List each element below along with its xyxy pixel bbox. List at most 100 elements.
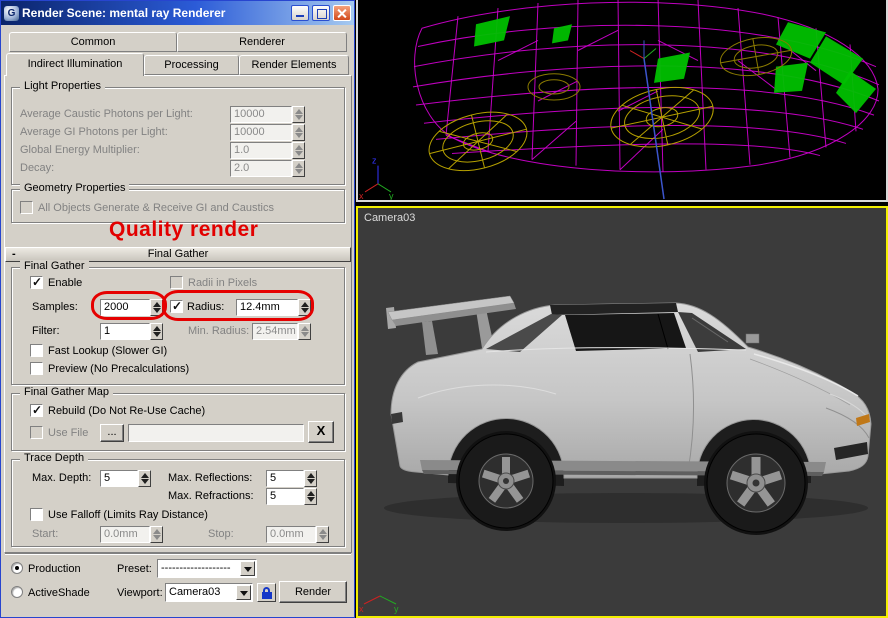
start-field[interactable]: 0.0mm — [100, 526, 150, 543]
stop-label: Stop: — [208, 528, 234, 540]
max-refractions-label: Max. Refractions: — [168, 490, 254, 502]
tab-processing[interactable]: Processing — [144, 55, 239, 75]
lock-icon[interactable] — [257, 583, 276, 602]
fast-lookup-checkbox[interactable] — [30, 344, 43, 357]
radius-checkbox[interactable] — [170, 299, 183, 313]
front-wheel — [704, 431, 808, 535]
tab-render-elements[interactable]: Render Elements — [239, 55, 349, 75]
filter-label: Filter: — [32, 325, 60, 337]
preview-label: Preview (No Precalculations) — [48, 363, 190, 375]
radii-in-pixels-checkbox[interactable] — [170, 276, 183, 289]
tab-common[interactable]: Common — [9, 32, 177, 52]
cam-axis-x-label: x — [359, 604, 364, 614]
viewport-value: Camera03 — [169, 586, 221, 598]
final-gather-map-legend: Final Gather Map — [20, 386, 113, 398]
max-depth-spinner[interactable] — [138, 470, 151, 487]
camera-viewport-label: Camera03 — [364, 212, 416, 224]
use-falloff-checkbox[interactable] — [30, 508, 43, 521]
radius-label: Radius: — [187, 301, 225, 313]
activeshade-label: ActiveShade — [28, 587, 90, 599]
world-axis-tripod: z x y — [359, 156, 394, 200]
max-reflections-label: Max. Reflections: — [168, 472, 253, 484]
max-depth-field[interactable]: 5 — [100, 470, 138, 487]
render-scene-dialog: G Render Scene: mental ray Renderer Comm… — [0, 0, 355, 618]
minimize-icon[interactable] — [291, 5, 309, 21]
max-refractions-spinner[interactable] — [304, 488, 317, 505]
camera-viewport[interactable]: Camera03 x y — [356, 206, 888, 618]
energy-multiplier-field[interactable]: 1.0 — [230, 142, 292, 159]
use-file-checkbox[interactable] — [30, 426, 43, 439]
all-objects-label: All Objects Generate & Receive GI and Ca… — [38, 202, 274, 214]
final-gather-legend: Final Gather — [20, 260, 89, 272]
trace-depth-group: Trace Depth Max. Depth: 5 Max. Reflectio… — [11, 452, 345, 547]
avg-gi-spinner[interactable] — [292, 124, 305, 141]
inner-wheel-wireframe — [527, 73, 581, 101]
footer-separator — [5, 553, 351, 555]
final-gather-map-group: Final Gather Map Rebuild (Do Not Re-Use … — [11, 386, 345, 451]
max-reflections-field[interactable]: 5 — [266, 470, 304, 487]
start-spinner[interactable] — [150, 526, 163, 543]
viewport-label: Viewport: — [117, 587, 163, 599]
radius-spinner[interactable] — [298, 299, 311, 316]
avg-gi-label: Average GI Photons per Light: — [20, 126, 168, 138]
rebuild-checkbox[interactable] — [30, 403, 43, 417]
avg-gi-field[interactable]: 10000 — [230, 124, 292, 141]
cam-axis-y-label: y — [394, 604, 399, 614]
chevron-down-icon[interactable] — [236, 585, 251, 600]
file-path-field[interactable] — [128, 424, 304, 442]
browse-file-button[interactable]: ... — [100, 424, 124, 442]
filter-spinner[interactable] — [150, 323, 163, 340]
preset-label: Preset: — [117, 563, 152, 575]
tab-indirect-illumination[interactable]: Indirect Illumination — [6, 53, 144, 76]
stop-spinner[interactable] — [316, 526, 329, 543]
samples-field[interactable]: 2000 — [100, 299, 150, 316]
light-properties-legend: Light Properties — [20, 80, 106, 92]
radius-field[interactable]: 12.4mm — [236, 299, 298, 316]
max-reflections-spinner[interactable] — [304, 470, 317, 487]
axis-y-label: y — [389, 191, 394, 200]
decay-label: Decay: — [20, 162, 55, 174]
production-radio[interactable] — [11, 562, 23, 574]
rear-wheel — [456, 431, 556, 531]
lock-body — [261, 591, 272, 599]
camera-canvas: x y — [359, 295, 872, 614]
preset-value: ------------------- — [161, 562, 231, 574]
filter-field[interactable]: 1 — [100, 323, 150, 340]
rollout-collapse-icon: - — [12, 248, 16, 260]
avg-caustic-field[interactable]: 10000 — [230, 106, 292, 123]
stop-field[interactable]: 0.0mm — [266, 526, 316, 543]
preview-checkbox[interactable] — [30, 362, 43, 375]
min-radius-field[interactable]: 2.54mm — [252, 323, 298, 340]
geometry-properties-legend: Geometry Properties — [20, 182, 130, 194]
energy-multiplier-spinner[interactable] — [292, 142, 305, 159]
close-icon[interactable] — [333, 5, 351, 21]
final-gather-group: Final Gather Enable Radii in Pixels Samp… — [11, 260, 345, 385]
enable-label: Enable — [48, 277, 83, 289]
decay-spinner[interactable] — [292, 160, 305, 177]
app-icon: G — [4, 5, 19, 21]
tab-renderer[interactable]: Renderer — [177, 32, 347, 52]
chevron-down-icon[interactable] — [240, 561, 255, 576]
min-radius-spinner[interactable] — [298, 323, 311, 340]
enable-checkbox[interactable] — [30, 275, 43, 289]
avg-caustic-spinner[interactable] — [292, 106, 305, 123]
clear-file-button[interactable]: X — [308, 421, 334, 443]
viewport-dropdown[interactable]: Camera03 — [165, 583, 253, 602]
trace-depth-legend: Trace Depth — [20, 452, 89, 464]
samples-label: Samples: — [32, 301, 78, 313]
samples-spinner[interactable] — [150, 299, 163, 316]
decay-field[interactable]: 2.0 — [230, 160, 292, 177]
wireframe-canvas: z x y — [359, 0, 880, 200]
titlebar[interactable]: G Render Scene: mental ray Renderer — [1, 1, 354, 25]
maximize-icon[interactable] — [312, 5, 330, 21]
axis-x-label: x — [359, 191, 364, 200]
all-objects-checkbox[interactable] — [20, 201, 33, 214]
preset-dropdown[interactable]: ------------------- — [157, 559, 257, 578]
fast-lookup-label: Fast Lookup (Slower GI) — [48, 345, 168, 357]
activeshade-radio[interactable] — [11, 586, 23, 598]
max-depth-label: Max. Depth: — [32, 472, 92, 484]
window-title: Render Scene: mental ray Renderer — [22, 6, 226, 20]
render-button[interactable]: Render — [279, 581, 347, 603]
wireframe-viewport[interactable]: z x y — [356, 0, 888, 202]
max-refractions-field[interactable]: 5 — [266, 488, 304, 505]
